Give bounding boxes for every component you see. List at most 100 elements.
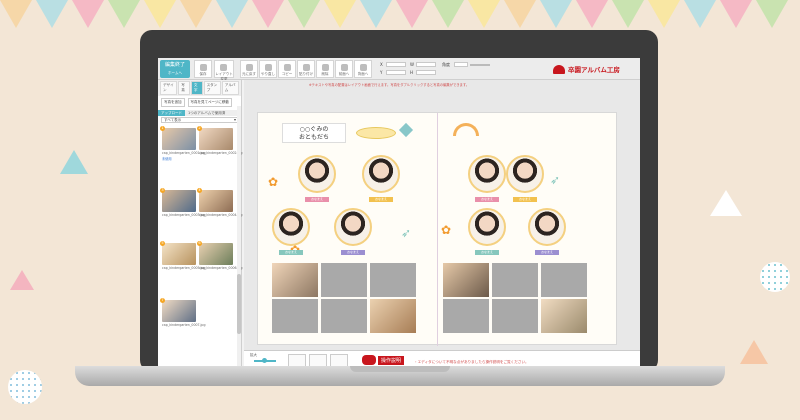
- tab-photo[interactable]: 写真: [178, 81, 190, 95]
- dot-circle-decoration: [8, 370, 42, 404]
- tab-album[interactable]: アルバム: [221, 81, 240, 95]
- layout-button[interactable]: レイアウト変更: [214, 60, 234, 81]
- x-input[interactable]: [386, 62, 406, 67]
- toolbar: 編集終了 ホームへ 保存 レイアウト変更 元に戻す やり直し コピー 貼り付け …: [158, 58, 640, 81]
- empty-photo-frame[interactable]: [541, 263, 587, 297]
- y-input[interactable]: [386, 70, 406, 75]
- height-input[interactable]: [416, 70, 436, 75]
- file-name: cap_kindergarten_0004.jpg: [199, 213, 243, 217]
- photo-thumb[interactable]: 6: [197, 241, 233, 265]
- name-tag[interactable]: おなまえ: [535, 250, 559, 255]
- photo-frame[interactable]: [443, 263, 489, 297]
- panel-scrollbar[interactable]: [237, 106, 241, 372]
- help-button[interactable]: 操作説明: [362, 355, 405, 365]
- empty-photo-frame[interactable]: [321, 263, 367, 297]
- folder-tab-upload[interactable]: アップロード: [158, 110, 185, 116]
- copy-icon: [284, 64, 291, 71]
- edit-done-button[interactable]: 編集終了 ホームへ: [160, 60, 190, 78]
- child-portrait[interactable]: [506, 155, 544, 193]
- brand-mark-icon: [553, 64, 565, 74]
- trash-icon: [322, 64, 329, 71]
- zoom-knob[interactable]: [262, 358, 267, 363]
- paste-button[interactable]: 貼り付け: [297, 60, 315, 78]
- tab-text[interactable]: 文字: [190, 81, 203, 95]
- brand-logo: 卒園アルバム工房: [553, 64, 620, 74]
- layout-icon: [220, 64, 227, 71]
- photo-thumb[interactable]: 1: [160, 126, 196, 150]
- photo-thumb[interactable]: 4: [197, 188, 233, 212]
- name-tag[interactable]: おなまえ: [475, 250, 499, 255]
- bird-stamp[interactable]: ➶: [401, 226, 411, 240]
- blimp-stamp[interactable]: [356, 127, 396, 139]
- width-input[interactable]: [416, 62, 436, 67]
- spread-spine: [437, 113, 438, 346]
- delete-button[interactable]: 削除: [316, 60, 334, 78]
- windmill-stamp[interactable]: [398, 122, 414, 138]
- name-tag[interactable]: おなまえ: [305, 197, 329, 202]
- album-spread[interactable]: ○○ぐみの おともだち ✿ ✿ ➶ ➶ ✿ おなまえ おなまえ おなまえ おなま…: [257, 112, 617, 346]
- scroll-thumb[interactable]: [237, 274, 241, 334]
- photo-panel: デザイン 写真 文字 スタンプ アルバム 写真を追加 写真を見てページに移動 ア…: [158, 80, 242, 374]
- empty-photo-frame[interactable]: [492, 299, 538, 333]
- child-portrait[interactable]: [362, 155, 400, 193]
- angle-input[interactable]: [454, 62, 468, 67]
- page-title-box[interactable]: ○○ぐみの おともだち: [282, 123, 346, 143]
- redo-button[interactable]: やり直し: [259, 60, 277, 78]
- laptop-notch: [350, 366, 450, 372]
- child-portrait[interactable]: [468, 208, 506, 246]
- add-photo-button[interactable]: 写真を追加: [161, 98, 185, 107]
- name-tag[interactable]: おなまえ: [279, 250, 303, 255]
- angle-slider[interactable]: [470, 64, 490, 66]
- paste-icon: [303, 64, 310, 71]
- back-icon: [360, 64, 367, 71]
- name-tag[interactable]: おなまえ: [475, 197, 499, 202]
- brand-name: 卒園アルバム工房: [568, 66, 620, 74]
- name-tag[interactable]: おなまえ: [369, 197, 393, 202]
- child-portrait[interactable]: [468, 155, 506, 193]
- name-tag[interactable]: おなまえ: [513, 197, 537, 202]
- tab-stamp[interactable]: スタンプ: [203, 81, 221, 95]
- empty-photo-frame[interactable]: [321, 299, 367, 333]
- photo-frame[interactable]: [272, 263, 318, 297]
- save-button[interactable]: 保存: [194, 60, 212, 78]
- save-icon: [200, 64, 207, 71]
- photo-frame[interactable]: [541, 299, 587, 333]
- rainbow-stamp[interactable]: [453, 123, 479, 136]
- photo-frame[interactable]: [370, 299, 416, 333]
- child-portrait[interactable]: [298, 155, 336, 193]
- move-photo-button[interactable]: 写真を見てページに移動: [187, 98, 232, 107]
- dot-circle-decoration: [760, 262, 790, 292]
- tab-design[interactable]: デザイン: [160, 81, 178, 95]
- edit-done-sub: ホームへ: [168, 71, 182, 75]
- empty-photo-frame[interactable]: [443, 299, 489, 333]
- child-portrait[interactable]: [272, 208, 310, 246]
- child-portrait[interactable]: [334, 208, 372, 246]
- photo-thumb[interactable]: 5: [160, 241, 196, 265]
- flower-stamp[interactable]: ✿: [268, 175, 278, 189]
- file-name: cap_kindergarten_0006.jpg: [199, 266, 243, 270]
- send-back-button[interactable]: 背面へ: [354, 60, 372, 78]
- bring-front-button[interactable]: 前面へ: [335, 60, 353, 78]
- child-portrait[interactable]: [528, 208, 566, 246]
- photo-thumb[interactable]: 3: [160, 188, 196, 212]
- flower-stamp[interactable]: ✿: [441, 223, 451, 237]
- panel-tabs: デザイン 写真 文字 スタンプ アルバム: [158, 80, 241, 96]
- file-name: cap_kindergarten_0005.jpg: [162, 266, 206, 270]
- file-name: cap_kindergarten_0007.jpg: [162, 323, 206, 327]
- name-tag[interactable]: おなまえ: [341, 250, 365, 255]
- copy-button[interactable]: コピー: [278, 60, 296, 78]
- photo-thumb[interactable]: 7: [160, 298, 196, 322]
- bird-stamp[interactable]: ➶: [550, 173, 560, 187]
- help-note: ・エディタについて不明な点がありましたら操作説明をご覧ください。: [414, 360, 529, 364]
- file-name: cap_kindergarten_0002.jpg: [199, 151, 243, 155]
- title-line-2: おともだち: [298, 134, 329, 141]
- photo-thumb[interactable]: 2: [197, 126, 233, 150]
- empty-photo-frame[interactable]: [492, 263, 538, 297]
- front-icon: [341, 64, 348, 71]
- help-label: 操作説明: [378, 355, 405, 365]
- empty-photo-frame[interactable]: [370, 263, 416, 297]
- undo-button[interactable]: 元に戻す: [240, 60, 258, 78]
- filter-select[interactable]: すべて表示: [161, 117, 238, 123]
- folder-tab-used[interactable]: 1つのアルバムで使用済: [185, 110, 241, 116]
- empty-photo-frame[interactable]: [272, 299, 318, 333]
